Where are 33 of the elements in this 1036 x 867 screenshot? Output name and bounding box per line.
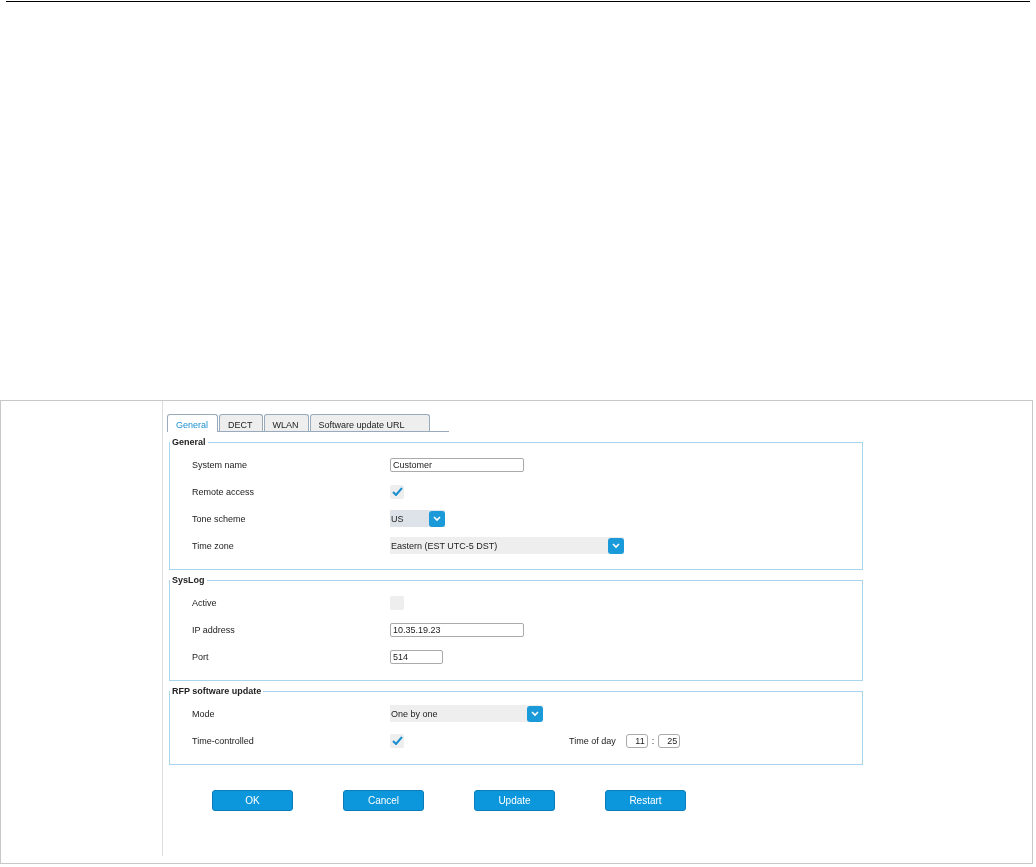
tab[interactable]: Software update URL <box>309 414 430 431</box>
chevron-down-icon <box>608 537 624 554</box>
tab[interactable]: General <box>167 414 219 432</box>
chevron-down-icon <box>429 510 445 527</box>
field-label: Time of day <box>569 735 616 746</box>
group-title: RFP software update <box>171 686 263 696</box>
field-label: IP address <box>192 624 236 635</box>
hour-field[interactable]: 11 <box>625 733 648 748</box>
dropdown[interactable]: Eastern (EST UTC-5 DST) <box>390 537 624 554</box>
group-title: General <box>171 437 207 447</box>
dropdown[interactable]: US <box>390 510 445 527</box>
dropdown[interactable]: One by one <box>390 705 543 722</box>
text-field[interactable]: Customer <box>390 457 524 472</box>
group-title: SysLog <box>171 575 206 585</box>
field-label: Port <box>192 651 210 662</box>
field-label: Mode <box>192 708 216 719</box>
text-field[interactable]: 10.35.19.23 <box>390 622 524 637</box>
field-label: Tone scheme <box>192 513 247 524</box>
minute-field[interactable]: 25 <box>658 733 681 748</box>
checkmark-icon <box>391 736 403 745</box>
time-separator: : <box>651 735 655 746</box>
text-field[interactable]: 514 <box>390 649 443 664</box>
field-label: Active <box>192 597 218 608</box>
checkbox[interactable] <box>390 733 404 748</box>
chevron-down-icon <box>527 705 543 722</box>
field-label: Time-controlled <box>192 735 255 746</box>
checkmark-icon <box>391 487 403 496</box>
field-label: Time zone <box>192 540 235 551</box>
tab[interactable]: WLAN <box>263 414 309 431</box>
checkbox[interactable] <box>390 484 404 499</box>
tab[interactable]: DECT <box>219 414 263 431</box>
field-label: System name <box>192 459 249 470</box>
field-label: Remote access <box>192 486 256 497</box>
